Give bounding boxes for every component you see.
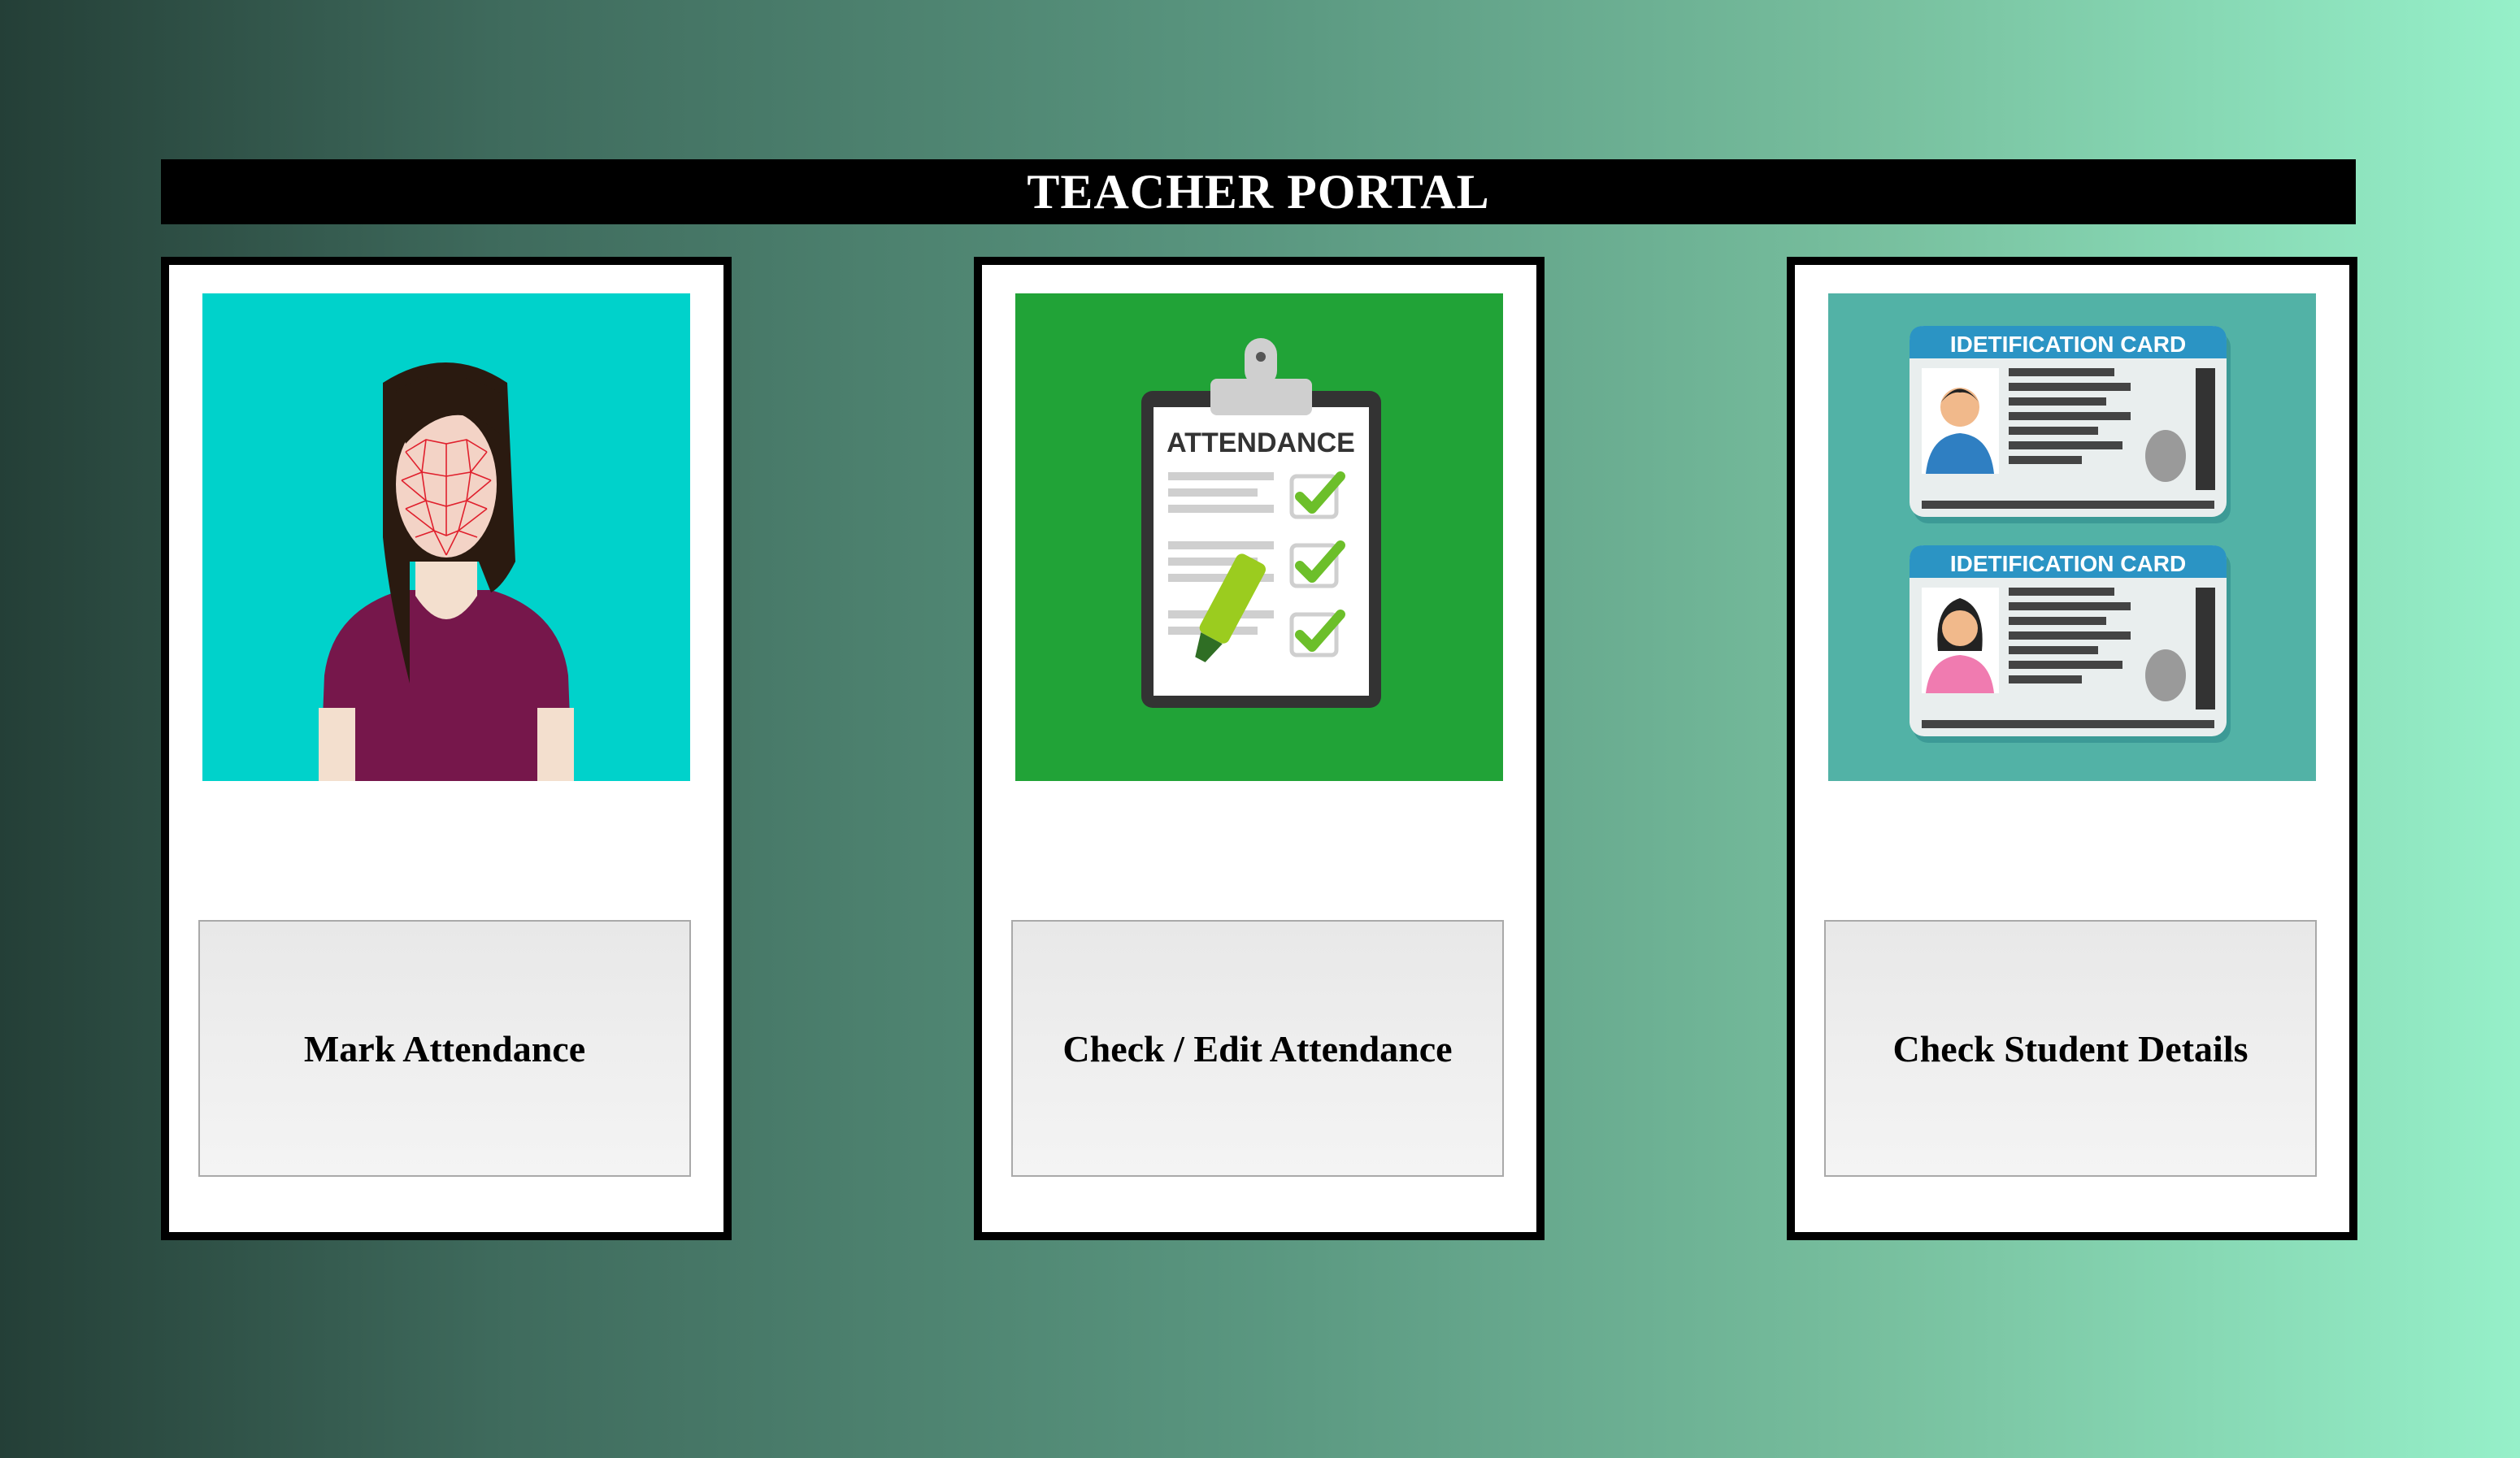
- mark-attendance-button[interactable]: Mark Attendance: [198, 920, 691, 1177]
- id-card-icon: IDETIFICATION CARD IDETIFICATION CARD: [1828, 293, 2316, 781]
- face-recognition-image: [202, 293, 691, 781]
- check-student-details-button[interactable]: Check Student Details: [1824, 920, 2317, 1177]
- face-recognition-icon: [202, 293, 690, 781]
- check-edit-attendance-card: ATTENDANCE Check / Edit Attendance: [974, 257, 1545, 1240]
- check-edit-attendance-button[interactable]: Check / Edit Attendance: [1011, 920, 1504, 1177]
- attendance-image-text: ATTENDANCE: [1167, 427, 1355, 458]
- id-card-image: IDETIFICATION CARD IDETIFICATION CARD: [1827, 293, 2317, 781]
- id-card-title-1: IDETIFICATION CARD: [1950, 332, 2186, 357]
- check-student-details-card: IDETIFICATION CARD IDETIFICATION CARD Ch…: [1787, 257, 2357, 1240]
- page-title: TEACHER PORTAL: [161, 159, 2356, 224]
- attendance-clipboard-image: ATTENDANCE: [1015, 293, 1504, 781]
- id-card-title-2: IDETIFICATION CARD: [1950, 551, 2186, 576]
- mark-attendance-card: Mark Attendance: [161, 257, 732, 1240]
- attendance-clipboard-icon: ATTENDANCE: [1015, 293, 1503, 781]
